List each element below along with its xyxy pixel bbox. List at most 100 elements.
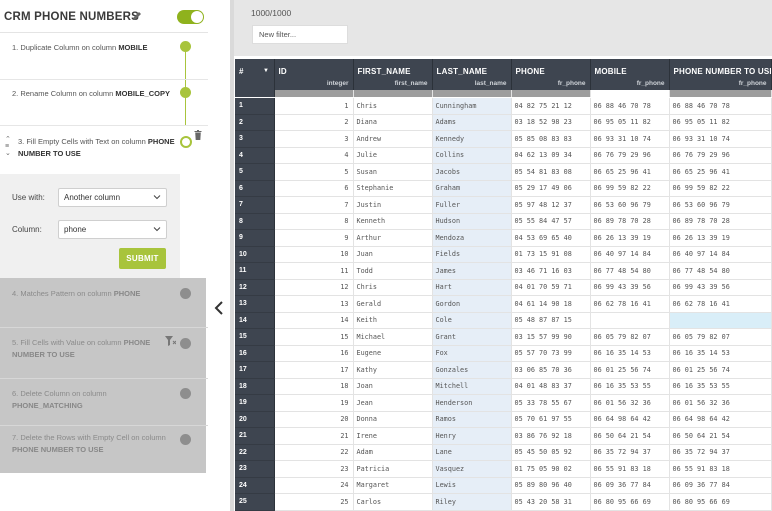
first-name-cell[interactable]: Susan <box>353 163 433 181</box>
table-row[interactable]: 2 2 Diana Adams 03 18 52 98 23 06 95 05 11 82… <box>235 114 772 131</box>
quality-bar[interactable] <box>432 90 512 98</box>
step-2-status-dot[interactable] <box>180 87 191 98</box>
mobile-cell[interactable]: 06 55 91 83 18 <box>590 460 670 478</box>
last-name-cell[interactable]: Kennedy <box>432 130 512 148</box>
table-row[interactable]: 17 17 Kathy Gonzales 03 06 85 70 36 06 01 25 … <box>235 361 772 379</box>
recipe-step-6[interactable]: 6. Delete Column on column PHONE_MATCHIN… <box>0 379 208 426</box>
first-name-cell[interactable]: Todd <box>353 262 433 280</box>
phone-number-to-use-cell[interactable]: 06 76 79 29 96 <box>669 147 772 164</box>
id-cell[interactable]: 18 <box>274 378 354 395</box>
column-select[interactable]: phone <box>58 220 167 239</box>
use-with-select[interactable]: Another column <box>58 188 167 207</box>
table-row[interactable]: 20 20 Donna Ramos 05 70 61 97 55 06 64 98 64 … <box>235 411 772 428</box>
step-7-status-dot[interactable] <box>180 434 191 445</box>
first-name-cell[interactable]: Joan <box>353 378 433 395</box>
recipe-step-3[interactable]: ⌃ ≡ ⌄ 3. Fill Empty Cells with Text on col… <box>0 126 208 174</box>
phone-cell[interactable]: 05 85 08 83 83 <box>511 130 591 148</box>
phone-cell[interactable]: 05 55 84 47 57 <box>511 213 591 230</box>
mobile-cell[interactable]: 06 99 59 82 22 <box>590 180 670 197</box>
table-row[interactable]: 23 23 Patricia Vasquez 01 75 05 90 02 06 55 9… <box>235 460 772 478</box>
phone-cell[interactable]: 01 75 05 90 02 <box>511 460 591 478</box>
table-row[interactable]: 6 6 Stephanie Graham 05 29 17 49 06 06 99 59 … <box>235 180 772 197</box>
last-name-cell[interactable]: Collins <box>432 147 512 164</box>
mobile-cell[interactable]: 06 62 78 16 41 <box>590 295 670 313</box>
first-name-cell[interactable]: Donna <box>353 411 433 428</box>
phone-cell[interactable]: 04 53 69 65 40 <box>511 229 591 247</box>
id-cell[interactable]: 17 <box>274 361 354 379</box>
last-name-cell[interactable]: Hart <box>432 279 512 296</box>
id-cell[interactable]: 13 <box>274 295 354 313</box>
quality-bar[interactable] <box>511 90 591 98</box>
first-name-cell[interactable]: Stephanie <box>353 180 433 197</box>
mobile-cell[interactable]: 06 50 64 21 54 <box>590 427 670 445</box>
phone-cell[interactable]: 04 61 14 90 18 <box>511 295 591 313</box>
table-row[interactable]: 7 7 Justin Fuller 05 97 48 12 37 06 53 60 96 … <box>235 196 772 214</box>
id-cell[interactable]: 15 <box>274 328 354 346</box>
mobile-cell[interactable]: 06 35 72 94 37 <box>590 444 670 461</box>
mobile-cell[interactable]: 06 53 60 96 79 <box>590 196 670 214</box>
id-cell[interactable]: 23 <box>274 460 354 478</box>
mobile-cell[interactable]: 06 80 95 66 69 <box>590 493 670 511</box>
phone-number-to-use-cell[interactable]: 06 95 05 11 82 <box>669 114 772 131</box>
phone-number-to-use-cell[interactable]: 06 16 35 53 55 <box>669 378 772 395</box>
last-name-cell[interactable]: Ramos <box>432 411 512 428</box>
collapse-panel-chevron-icon[interactable] <box>213 300 225 316</box>
mobile-cell[interactable]: 06 99 43 39 56 <box>590 279 670 296</box>
table-row[interactable]: 25 25 Carlos Riley 05 43 20 58 31 06 80 95 66… <box>235 493 772 511</box>
mobile-cell[interactable]: 06 05 79 82 07 <box>590 328 670 346</box>
last-name-cell[interactable]: James <box>432 262 512 280</box>
id-cell[interactable]: 1 <box>274 97 354 115</box>
last-name-cell[interactable]: Hudson <box>432 213 512 230</box>
last-name-cell[interactable]: Graham <box>432 180 512 197</box>
id-cell[interactable]: 3 <box>274 130 354 148</box>
phone-cell[interactable]: 03 18 52 98 23 <box>511 114 591 131</box>
last-name-cell[interactable]: Gordon <box>432 295 512 313</box>
first-name-cell[interactable]: Margaret <box>353 477 433 494</box>
recipe-step-2[interactable]: 2. Rename Column on column MOBILE_COPY <box>0 79 208 126</box>
phone-number-to-use-cell[interactable]: 06 16 35 14 53 <box>669 345 772 362</box>
id-cell[interactable]: 11 <box>274 262 354 280</box>
step-3-status-dot[interactable] <box>180 136 192 148</box>
first-name-cell[interactable]: Diana <box>353 114 433 131</box>
phone-number-to-use-cell[interactable]: 06 99 59 82 22 <box>669 180 772 197</box>
first-name-cell[interactable]: Eugene <box>353 345 433 362</box>
phone-cell[interactable]: 03 06 85 70 36 <box>511 361 591 379</box>
phone-number-to-use-cell[interactable]: 06 26 13 39 19 <box>669 229 772 247</box>
id-cell[interactable]: 7 <box>274 196 354 214</box>
phone-number-to-use-cell[interactable]: 06 35 72 94 37 <box>669 444 772 461</box>
phone-number-to-use-cell[interactable]: 06 99 43 39 56 <box>669 279 772 296</box>
id-cell[interactable]: 25 <box>274 493 354 511</box>
id-cell[interactable]: 6 <box>274 180 354 197</box>
phone-cell[interactable]: 03 86 76 92 18 <box>511 427 591 445</box>
phone-number-to-use-cell[interactable]: 06 89 78 70 28 <box>669 213 772 230</box>
column-header-last-name[interactable]: LAST_NAME last_name <box>432 59 512 90</box>
first-name-cell[interactable]: Arthur <box>353 229 433 247</box>
first-name-cell[interactable]: Juan <box>353 246 433 263</box>
mobile-cell[interactable]: 06 01 25 56 74 <box>590 361 670 379</box>
submit-button[interactable]: SUBMIT <box>119 248 166 269</box>
first-name-cell[interactable]: Carlos <box>353 493 433 511</box>
id-cell[interactable]: 14 <box>274 312 354 329</box>
column-header-phone-number-to-use[interactable]: PHONE NUMBER TO USE fr_phone <box>669 59 772 90</box>
last-name-cell[interactable]: Mitchell <box>432 378 512 395</box>
first-name-cell[interactable]: Michael <box>353 328 433 346</box>
column-header-phone[interactable]: PHONE fr_phone <box>511 59 591 90</box>
mobile-cell[interactable]: 06 40 97 14 84 <box>590 246 670 263</box>
new-filter-input[interactable] <box>252 25 348 44</box>
phone-cell[interactable]: 04 01 70 59 71 <box>511 279 591 296</box>
last-name-cell[interactable]: Fuller <box>432 196 512 214</box>
phone-cell[interactable]: 04 62 13 09 34 <box>511 147 591 164</box>
phone-number-to-use-cell[interactable]: 06 80 95 66 69 <box>669 493 772 511</box>
first-name-cell[interactable]: Kathy <box>353 361 433 379</box>
last-name-cell[interactable]: Grant <box>432 328 512 346</box>
id-cell[interactable]: 22 <box>274 444 354 461</box>
first-name-cell[interactable]: Adam <box>353 444 433 461</box>
phone-cell[interactable]: 03 46 71 16 03 <box>511 262 591 280</box>
phone-cell[interactable]: 04 82 75 21 12 <box>511 97 591 115</box>
table-row[interactable]: 15 15 Michael Grant 03 15 57 99 90 06 05 79 8… <box>235 328 772 346</box>
edit-pencil-icon[interactable] <box>131 10 143 22</box>
table-row[interactable]: 3 3 Andrew Kennedy 05 85 08 83 83 06 93 31 10… <box>235 130 772 148</box>
phone-number-to-use-cell[interactable]: 06 40 97 14 84 <box>669 246 772 263</box>
phone-number-to-use-cell[interactable]: 06 88 46 70 78 <box>669 97 772 115</box>
mobile-cell[interactable]: 06 76 79 29 96 <box>590 147 670 164</box>
